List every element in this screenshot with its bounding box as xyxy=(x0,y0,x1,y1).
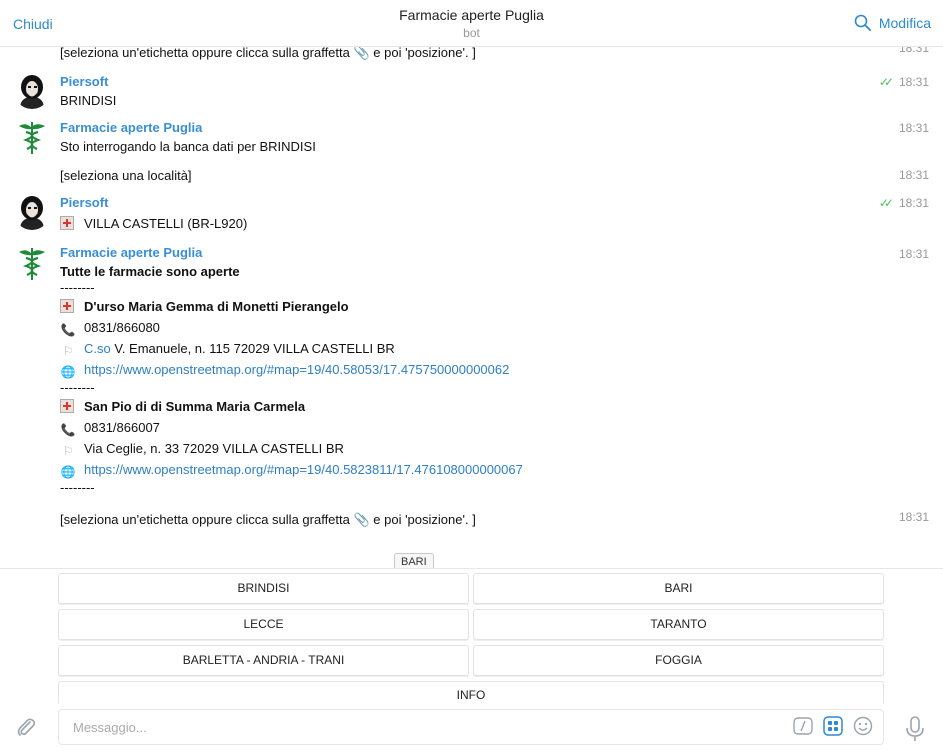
emoji-icon[interactable] xyxy=(853,716,873,736)
keyboard-button-taranto[interactable]: TARANTO xyxy=(473,609,884,640)
phone-icon: 📞 xyxy=(60,323,76,337)
bot-keyboard-icon[interactable] xyxy=(823,716,843,736)
separator: -------- xyxy=(60,480,95,495)
chat-subtitle: bot xyxy=(463,26,480,40)
message-time: 18:31 xyxy=(898,247,929,261)
pharmacy-phone: 📞 0831/866080 xyxy=(60,320,160,337)
caduceus-icon xyxy=(14,245,50,281)
sender-name[interactable]: Piersoft xyxy=(60,195,108,210)
flag-icon: ⚐ xyxy=(62,344,74,358)
message-headline: Tutte le farmacie sono aperte xyxy=(60,264,240,279)
pharmacy-address: ⚐ C.so V. Emanuele, n. 115 72029 VILLA CA… xyxy=(60,341,395,358)
message-time: 18:31 xyxy=(898,168,929,182)
keyboard-button-brindisi[interactable]: BRINDISI xyxy=(58,573,469,604)
pharmacy-name-text: D'urso Maria Gemma di Monetti Pierangelo xyxy=(84,299,349,314)
keyboard-button-info[interactable]: INFO xyxy=(58,681,884,705)
sender-name[interactable]: Piersoft xyxy=(60,74,108,89)
address-text: V. Emanuele, n. 115 72029 VILLA CASTELLI… xyxy=(110,341,395,356)
user-avatar-icon xyxy=(14,194,50,230)
phone-text: 0831/866080 xyxy=(84,320,160,335)
message-time: 18:31 xyxy=(898,47,929,55)
pharmacy-map: 🌐 https://www.openstreetmap.org/#map=19/4… xyxy=(60,362,510,379)
flag-icon: ⚐ xyxy=(62,444,74,458)
message-text-value: VILLA CASTELLI (BR-L920) xyxy=(84,216,248,231)
read-ticks-icon: ✓✓ xyxy=(878,75,894,89)
pharmacy-name: D'urso Maria Gemma di Monetti Pierangelo xyxy=(60,299,349,314)
globe-icon: 🌐 xyxy=(60,465,76,479)
bot-avatar[interactable] xyxy=(14,245,50,281)
bot-avatar[interactable] xyxy=(14,119,50,155)
pharmacy-name: San Pio di di Summa Maria Carmela xyxy=(60,399,305,414)
keyboard-button-bari[interactable]: BARI xyxy=(473,573,884,604)
map-link[interactable]: https://www.openstreetmap.org/#map=19/40… xyxy=(84,362,509,377)
keyboard-button-lecce[interactable]: LECCE xyxy=(58,609,469,640)
message-time: 18:31 xyxy=(898,75,929,89)
edit-button[interactable]: Modifica xyxy=(854,14,931,31)
read-ticks-icon: ✓✓ xyxy=(878,196,894,210)
keyboard-button-bat[interactable]: BARLETTA - ANDRIA - TRANI xyxy=(58,645,469,676)
sender-name[interactable]: Farmacie aperte Puglia xyxy=(60,120,202,135)
message-input[interactable] xyxy=(58,709,884,745)
message-text: [seleziona una località] xyxy=(60,168,192,183)
avatar[interactable] xyxy=(14,194,50,230)
edit-label: Modifica xyxy=(878,14,931,31)
message-text: [seleziona un'etichetta oppure clicca su… xyxy=(60,512,476,527)
paperclip-icon[interactable] xyxy=(14,716,38,740)
map-link[interactable]: https://www.openstreetmap.org/#map=19/40… xyxy=(84,462,523,477)
message-time: 18:31 xyxy=(898,121,929,135)
avatar[interactable] xyxy=(14,73,50,109)
chat-header: Chiudi Farmacie aperte Puglia bot Modifi… xyxy=(0,0,943,47)
search-icon[interactable] xyxy=(854,14,871,31)
hospital-icon xyxy=(60,216,74,230)
message-time: 18:31 xyxy=(898,196,929,210)
keyboard-button-foggia[interactable]: FOGGIA xyxy=(473,645,884,676)
phone-text: 0831/866007 xyxy=(84,420,160,435)
hospital-icon xyxy=(60,299,74,313)
separator: -------- xyxy=(60,380,95,395)
user-avatar-icon xyxy=(14,73,50,109)
composer xyxy=(0,704,943,753)
pharmacy-phone: 📞 0831/866007 xyxy=(60,420,160,437)
pharmacy-address: ⚐ Via Ceglie, n. 33 72029 VILLA CASTELLI … xyxy=(60,441,344,458)
microphone-icon[interactable] xyxy=(905,716,925,742)
message-meta: ✓✓ 18:31 xyxy=(879,196,929,210)
pharmacy-name-text: San Pio di di Summa Maria Carmela xyxy=(84,399,306,414)
sender-name[interactable]: Farmacie aperte Puglia xyxy=(60,245,202,260)
message-meta: ✓✓ 18:31 xyxy=(879,75,929,89)
message-list: [seleziona un'etichetta oppure clicca su… xyxy=(0,47,943,568)
address-text: Via Ceglie, n. 33 72029 VILLA CASTELLI B… xyxy=(84,441,344,456)
message-text: Sto interrogando la banca dati per BRIND… xyxy=(60,139,316,154)
pharmacy-map: 🌐 https://www.openstreetmap.org/#map=19/4… xyxy=(60,462,523,479)
message-text: [seleziona un'etichetta oppure clicca su… xyxy=(60,47,476,60)
globe-icon: 🌐 xyxy=(60,365,76,379)
caduceus-icon xyxy=(14,119,50,155)
address-link[interactable]: C.so xyxy=(84,341,111,356)
message-text: BRINDISI xyxy=(60,93,117,108)
message-time: 18:31 xyxy=(898,510,929,524)
chat-title-block: Farmacie aperte Puglia bot xyxy=(0,7,943,40)
slash-command-icon[interactable] xyxy=(793,716,813,736)
message-text: VILLA CASTELLI (BR-L920) xyxy=(60,216,247,231)
phone-icon: 📞 xyxy=(60,423,76,437)
separator: -------- xyxy=(60,280,95,295)
chat-title: Farmacie aperte Puglia xyxy=(399,7,544,23)
bot-keyboard: BRINDISI BARI LECCE TARANTO BARLETTA - A… xyxy=(0,568,943,705)
hospital-icon xyxy=(60,399,74,413)
